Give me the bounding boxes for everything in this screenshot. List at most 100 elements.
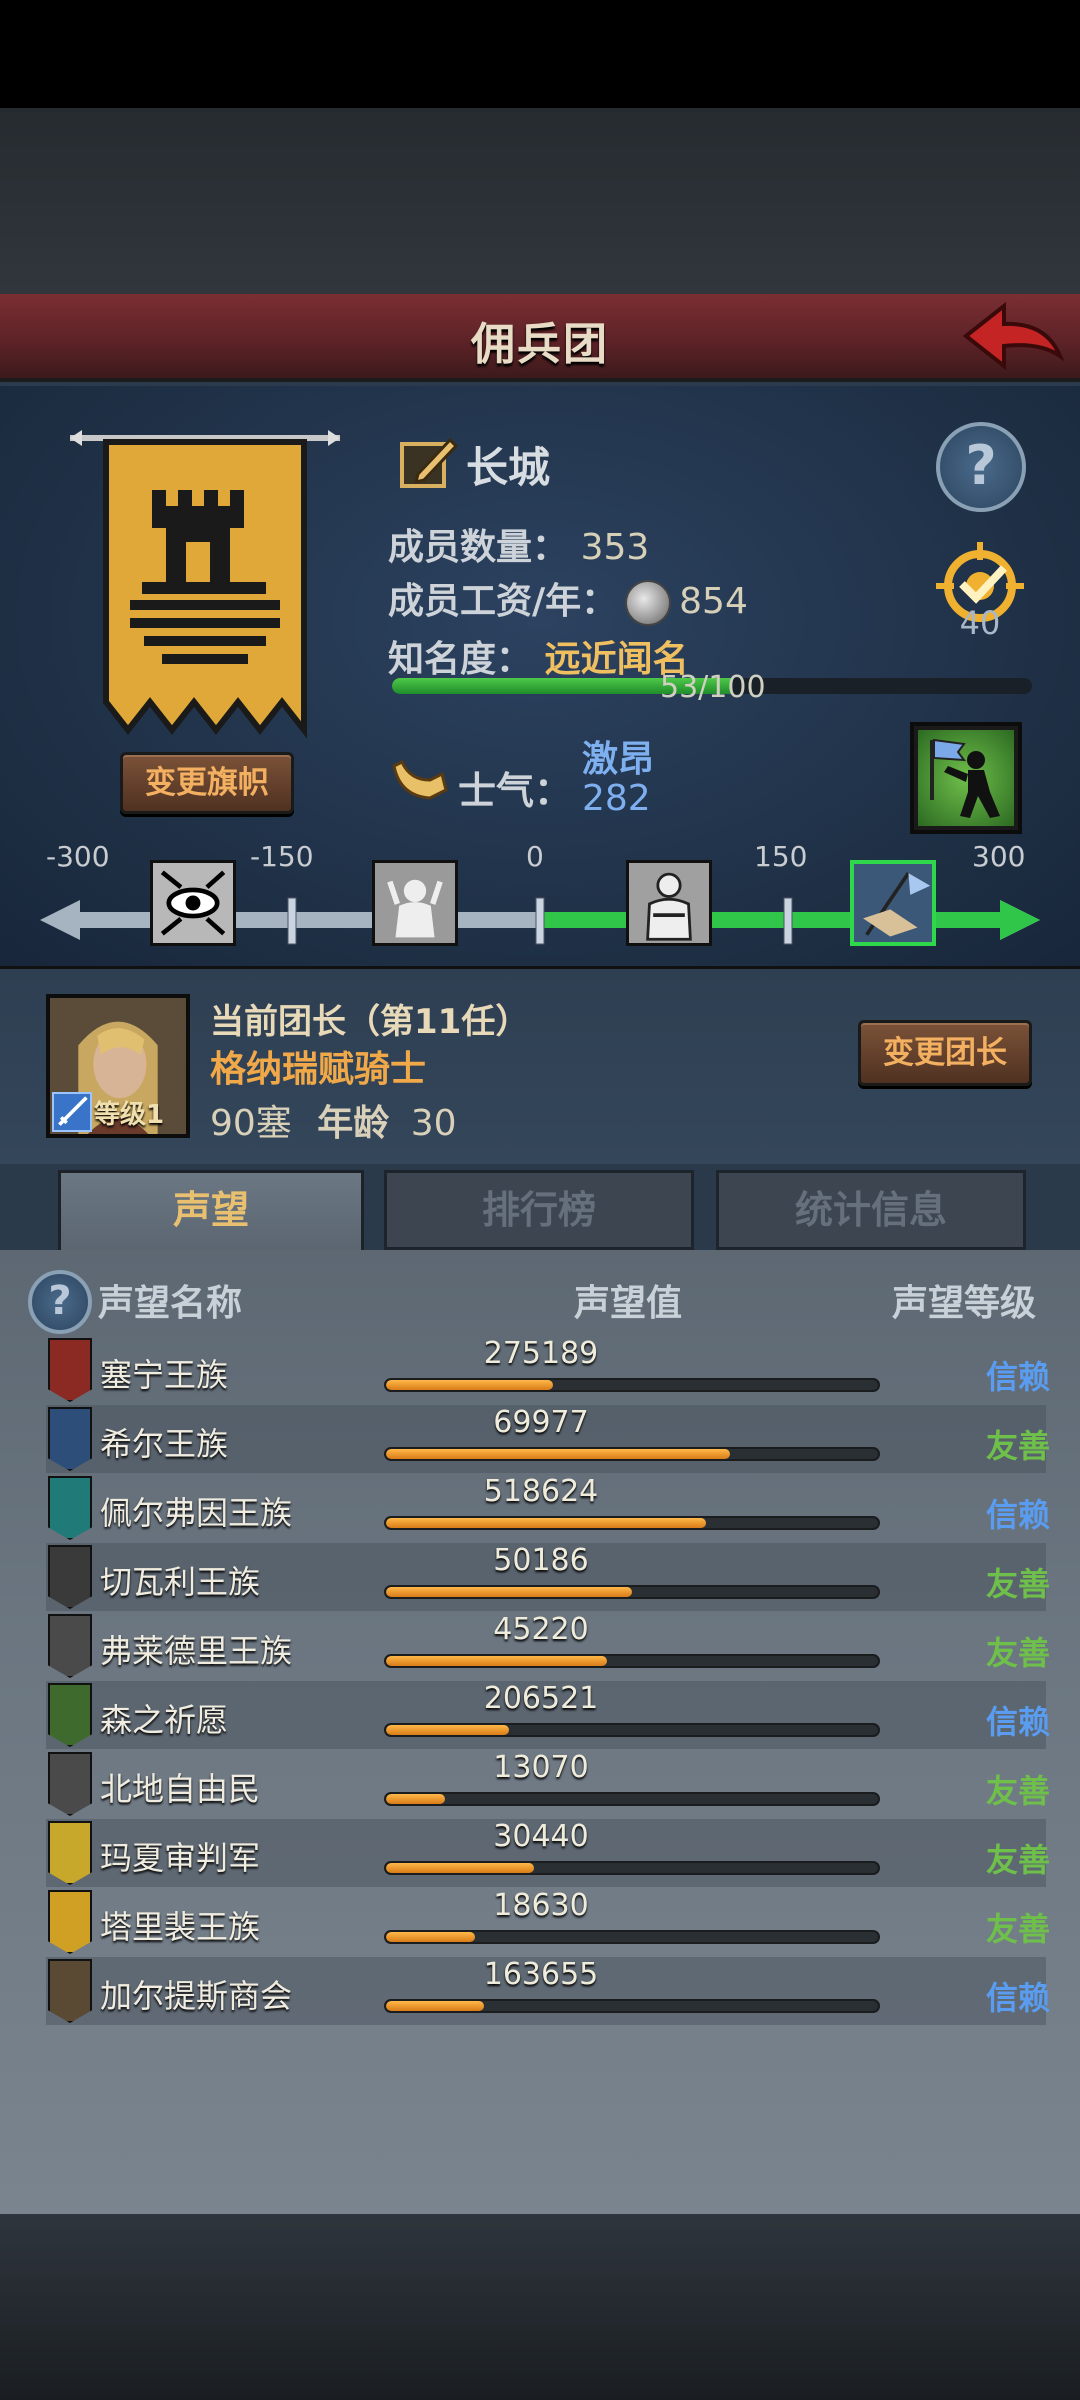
table-row[interactable]: 佩尔弗因王族 518624 信赖 [46, 1474, 1050, 1542]
reputation-value: 50186 [493, 1543, 589, 1578]
reputation-bar-fill [386, 1449, 731, 1459]
table-row[interactable]: 北地自由民 13070 友善 [46, 1750, 1050, 1818]
fame-progress-text: 53/100 [660, 670, 766, 705]
reputation-value: 69977 [493, 1405, 589, 1440]
reputation-bar-fill [386, 1656, 608, 1666]
reputation-level: 信赖 [985, 1358, 1050, 1396]
morale-state: 激昂 [582, 739, 655, 780]
reputation-bar [384, 1723, 880, 1737]
reputation-bar-fill [386, 1380, 554, 1390]
reputation-level: 信赖 [985, 1703, 1050, 1741]
back-arrow-icon[interactable] [956, 298, 1066, 378]
morale-inspired-icon[interactable] [850, 860, 936, 946]
header-reputation-level: 声望等级 [892, 1283, 1037, 1324]
reputation-level: 友善 [985, 1772, 1050, 1810]
salary-label: 成员工资/年： [388, 581, 618, 622]
faction-shield-icon [48, 1545, 92, 1609]
reputation-value: 18630 [493, 1888, 589, 1923]
fame-label: 知名度： [388, 639, 533, 680]
page-title: 佣兵团 [471, 319, 609, 370]
faction-name: 佩尔弗因王族 [100, 1494, 293, 1532]
reputation-level: 友善 [985, 1841, 1050, 1879]
reputation-bar [384, 1447, 880, 1461]
faction-shield-icon [48, 1338, 92, 1402]
morale-charge-icon[interactable] [910, 722, 1022, 834]
reputation-value: 45220 [493, 1612, 589, 1647]
reputation-level: 信赖 [985, 1979, 1050, 2017]
leader-info: 90塞 年龄 30 [210, 1094, 457, 1146]
faction-name: 加尔提斯商会 [100, 1977, 293, 2015]
change-leader-button[interactable]: 变更团长 [858, 1020, 1032, 1086]
table-row[interactable]: 加尔提斯商会 163655 信赖 [46, 1957, 1050, 2025]
table-row[interactable]: 玛夏审判军 30440 友善 [46, 1819, 1050, 1887]
reputation-level: 友善 [985, 1565, 1050, 1603]
reputation-bar-fill [386, 1518, 706, 1528]
table-row[interactable]: 森之祈愿 206521 信赖 [46, 1681, 1050, 1749]
reputation-value: 163655 [483, 1957, 599, 1992]
salary-value: 854 [679, 581, 748, 622]
reputation-level: 友善 [985, 1634, 1050, 1672]
castle-banner-icon [70, 430, 340, 739]
morale-despair-icon[interactable] [372, 860, 458, 946]
reputation-bar-fill [386, 1725, 509, 1735]
sword-icon [52, 1092, 92, 1132]
members-row: 成员数量： 353 [388, 518, 649, 570]
reputation-bar [384, 1516, 880, 1530]
faction-shield-icon [48, 1476, 92, 1540]
reputation-bar-fill [386, 1863, 534, 1873]
faction-name: 塔里裴王族 [100, 1908, 261, 1946]
table-row[interactable]: 塔里裴王族 18630 友善 [46, 1888, 1050, 1956]
table-row[interactable]: 切瓦利王族 50186 友善 [46, 1543, 1050, 1611]
scale-label-neg150: -150 [250, 840, 314, 873]
faction-shield-icon [48, 1683, 92, 1747]
tab-reputation[interactable]: 声望 [58, 1170, 364, 1254]
reputation-bar-fill [386, 1794, 446, 1804]
table-row[interactable]: 塞宁王族 275189 信赖 [46, 1336, 1050, 1404]
bottom-dark-band [0, 2214, 1080, 2400]
morale-calm-icon[interactable] [626, 860, 712, 946]
change-banner-button[interactable]: 变更旗帜 [120, 752, 294, 814]
reputation-bar [384, 1930, 880, 1944]
reputation-value: 206521 [483, 1681, 599, 1716]
top-dark-band [0, 108, 1080, 294]
leader-title: 当前团长（第11任） [210, 1002, 530, 1042]
reputation-bar [384, 1654, 880, 1668]
top-black-bar [0, 0, 1080, 108]
horn-icon [392, 759, 448, 800]
reputation-value: 30440 [493, 1819, 589, 1854]
silver-coin-icon [625, 580, 672, 626]
salary-row: 成员工资/年： 854 [388, 572, 748, 626]
faction-name: 北地自由民 [100, 1770, 261, 1808]
faction-name: 切瓦利王族 [100, 1563, 261, 1601]
leader-age-value: 30 [410, 1103, 457, 1144]
members-value: 353 [580, 527, 650, 568]
help-icon[interactable]: ? [936, 422, 1026, 512]
faction-shield-icon [48, 1407, 92, 1471]
reputation-bar [384, 1999, 880, 2013]
reputation-bar-fill [386, 1932, 475, 1942]
faction-shield-icon [48, 1821, 92, 1885]
morale-panic-icon[interactable] [150, 860, 236, 946]
faction-name: 弗莱德里王族 [100, 1632, 293, 1670]
edit-name-icon[interactable] [398, 430, 460, 492]
target-value: 40 [959, 604, 1001, 642]
faction-shield-icon [48, 1752, 92, 1816]
table-row[interactable]: 希尔王族 69977 友善 [46, 1405, 1050, 1473]
reputation-value: 518624 [483, 1474, 599, 1509]
title-bar: 佣兵团 [0, 294, 1080, 382]
table-row[interactable]: 弗莱德里王族 45220 友善 [46, 1612, 1050, 1680]
scale-label-0: 0 [526, 840, 544, 873]
reputation-level: 友善 [985, 1427, 1050, 1465]
leader-origin: 90塞 [210, 1103, 292, 1144]
scale-label-300: 300 [972, 840, 1026, 873]
table-help-icon[interactable]: ? [28, 1270, 92, 1334]
reputation-bar-fill [386, 1587, 632, 1597]
morale-value: 282 [582, 778, 651, 819]
tab-statistics[interactable]: 统计信息 [716, 1170, 1026, 1250]
leader-level-badge: 等级1 [50, 1090, 186, 1134]
tab-ranking[interactable]: 排行榜 [384, 1170, 694, 1250]
faction-shield-icon [48, 1959, 92, 2023]
leader-name: 格纳瑞赋骑士 [210, 1049, 427, 1090]
faction-shield-icon [48, 1614, 92, 1678]
faction-shield-icon [48, 1890, 92, 1954]
